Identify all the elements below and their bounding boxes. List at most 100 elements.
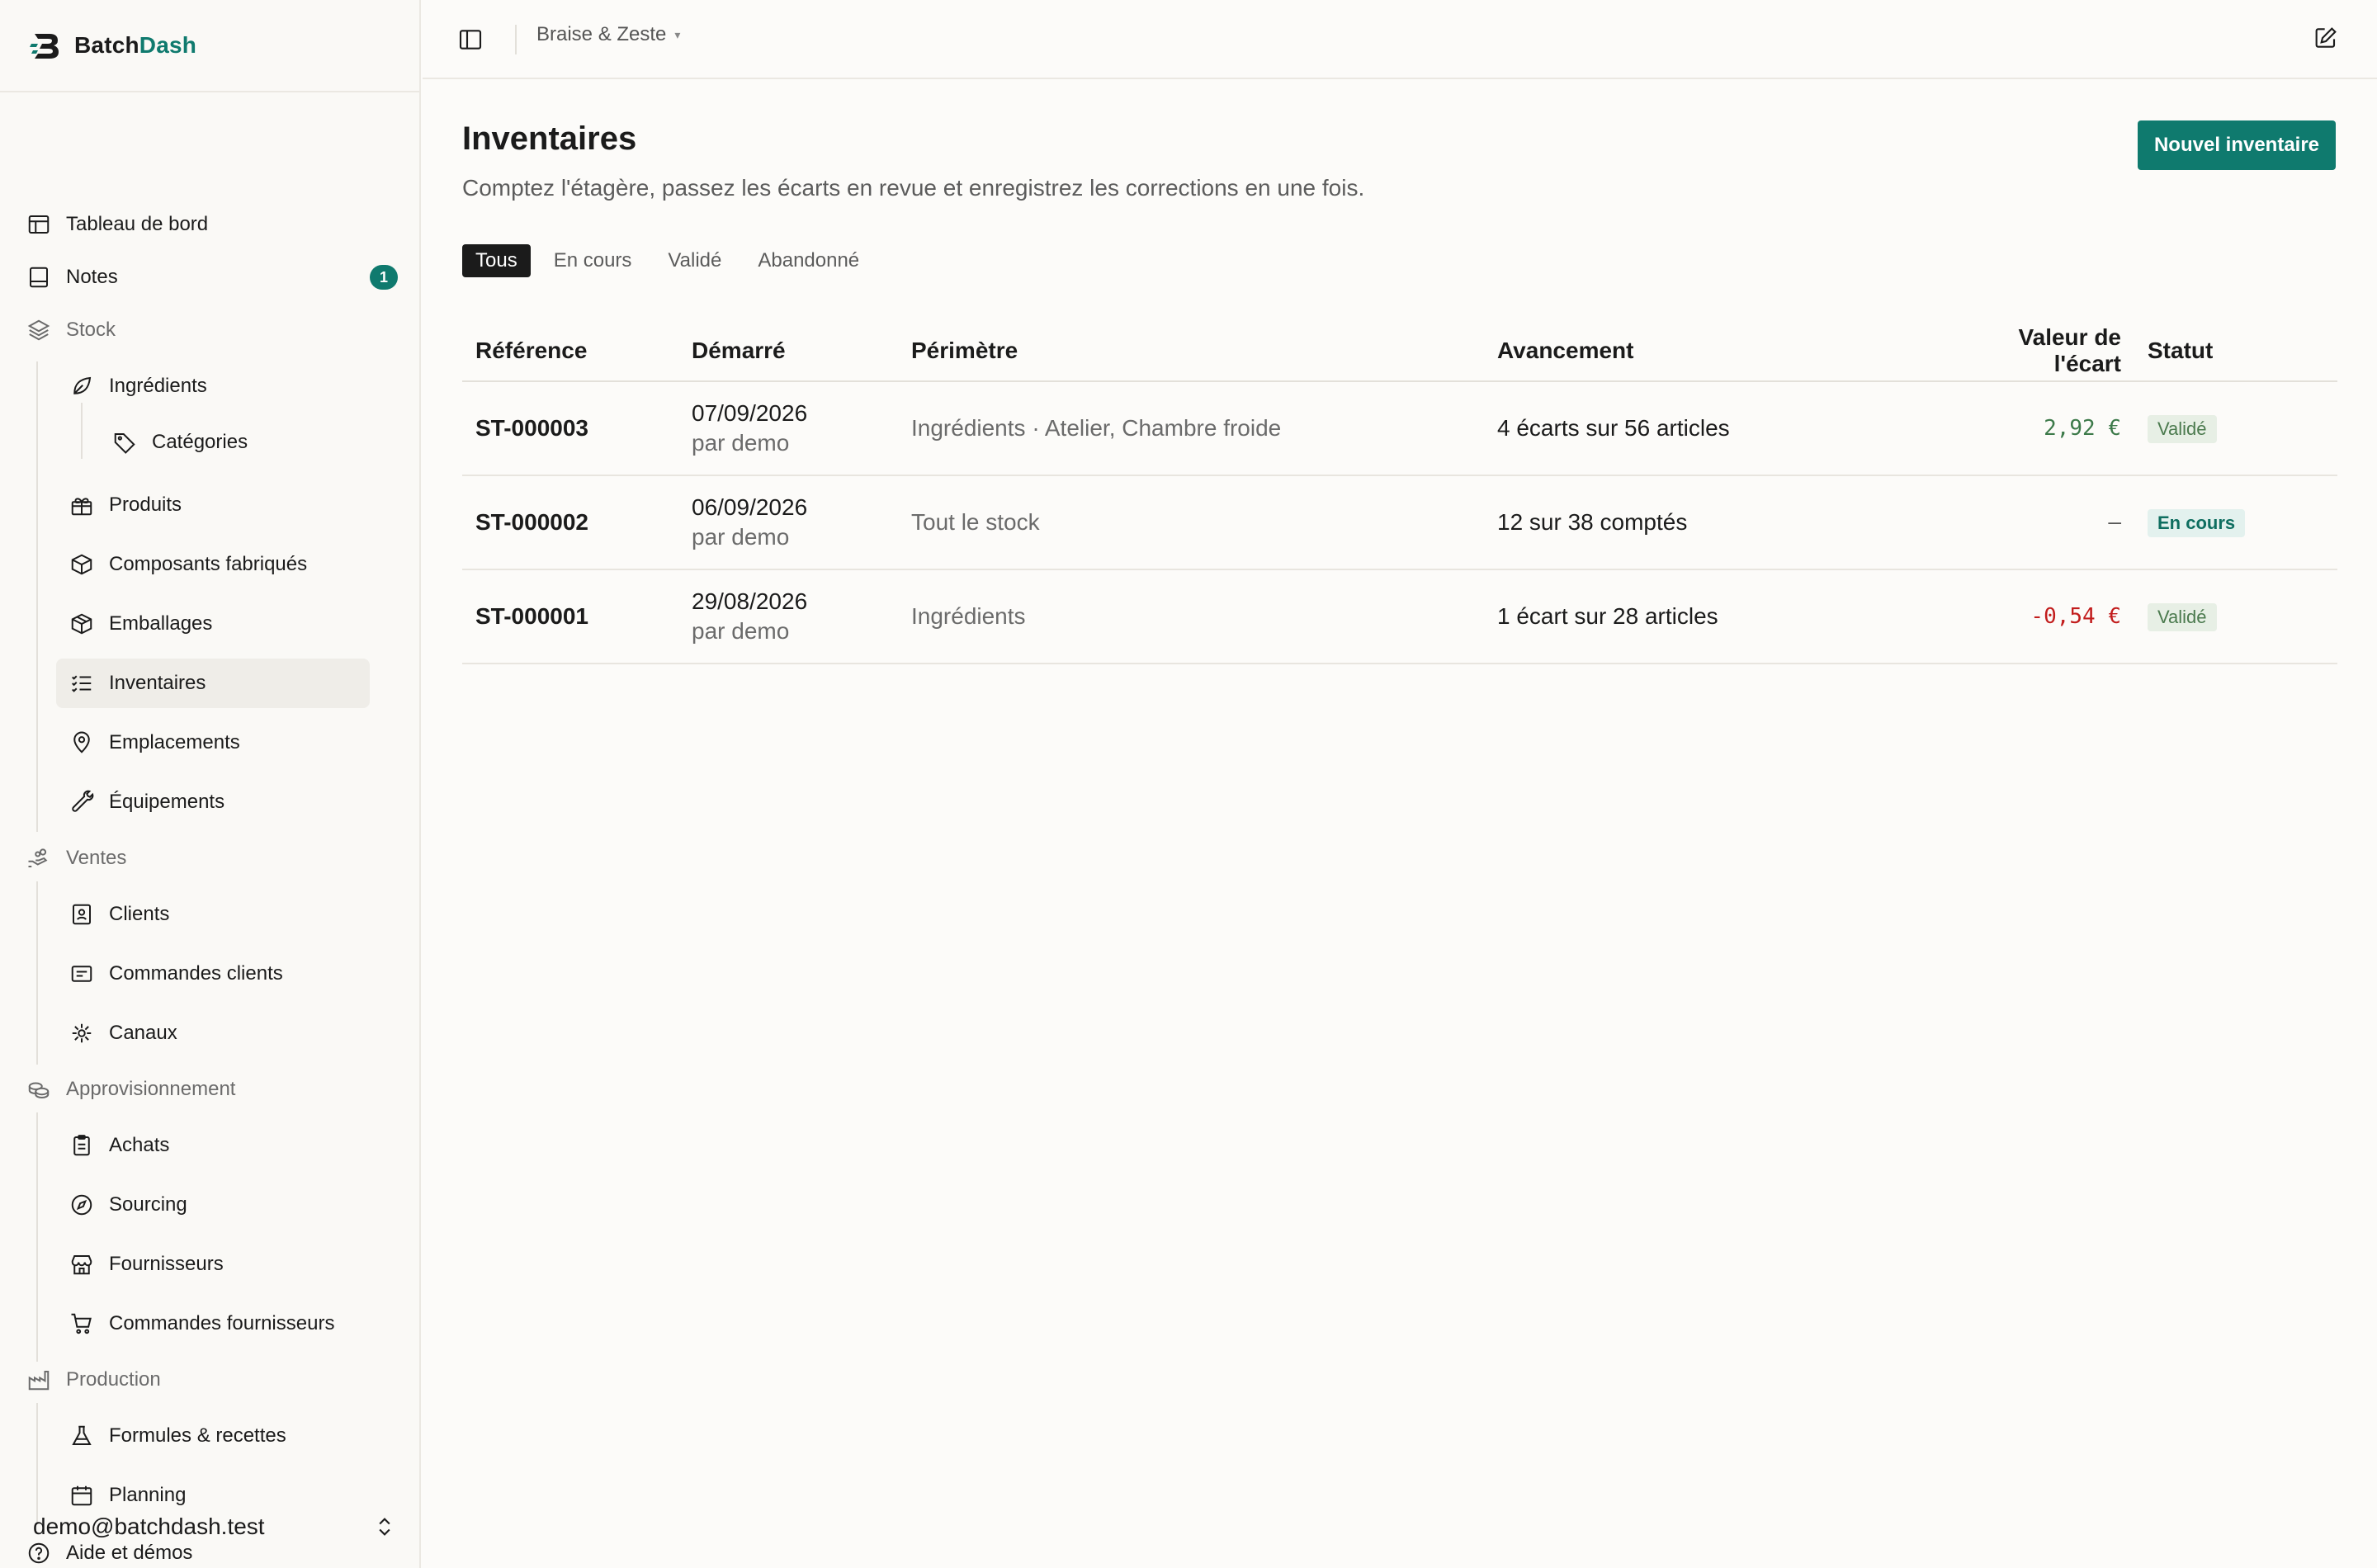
nav-suppliers[interactable]: Fournisseurs [56, 1240, 370, 1289]
cell-reference: ST-000002 [462, 475, 678, 570]
compose-icon[interactable] [2313, 25, 2339, 51]
nav-section-production-label: Production [66, 1368, 161, 1391]
start-date: 06/09/2026 [692, 494, 808, 520]
topbar-divider [515, 25, 517, 54]
tab-validated[interactable]: Validé [655, 244, 735, 277]
flask-icon [72, 1425, 92, 1445]
cell-scope: Ingrédients [898, 569, 1484, 664]
nav-channels[interactable]: Canaux [56, 1008, 370, 1058]
tab-abandoned[interactable]: Abandonné [744, 244, 872, 277]
nav-inventories-label: Inventaires [109, 672, 206, 694]
brand[interactable]: BatchDash [0, 0, 419, 92]
user-email: demo@batchdash.test [33, 1514, 265, 1539]
nav-client-orders[interactable]: Commandes clients [56, 949, 370, 999]
cell-variance: 2,92 € [1946, 381, 2134, 476]
map-pin-icon [73, 731, 90, 753]
leaf-icon [73, 376, 92, 394]
table-row[interactable]: ST-000003 07/09/2026 par demo Ingrédient… [462, 381, 2337, 476]
cell-status: Validé [2134, 381, 2337, 476]
nav-products-label: Produits [109, 494, 182, 516]
nav-supplier-orders-label: Commandes fournisseurs [109, 1312, 335, 1334]
cell-reference: ST-000003 [462, 381, 678, 476]
cell-scope: Ingrédients · Atelier, Chambre froide [898, 381, 1484, 476]
brand-name: BatchDash [74, 32, 197, 58]
col-started[interactable]: Démarré [678, 320, 898, 382]
topbar: Braise & Zeste ▾ [423, 0, 2377, 79]
nav-section-sales[interactable]: Ventes [26, 834, 126, 883]
nav-ingredients-label: Ingrédients [109, 375, 207, 397]
box-icon [71, 554, 92, 575]
gift-icon [71, 498, 92, 516]
nav-purchases[interactable]: Achats [56, 1121, 370, 1170]
cell-status: En cours [2134, 475, 2337, 570]
cell-progress: 12 sur 38 comptés [1484, 475, 1946, 570]
tab-in-progress[interactable]: En cours [541, 244, 645, 277]
cell-progress: 1 écart sur 28 articles [1484, 569, 1946, 664]
nav-recipes[interactable]: Formules & recettes [56, 1411, 370, 1461]
nav-manufactured[interactable]: Composants fabriqués [56, 540, 370, 589]
tree-line-procurement [36, 1112, 38, 1362]
hand-coins-icon [28, 848, 48, 867]
nav-recipes-label: Formules & recettes [109, 1424, 286, 1447]
nav-locations[interactable]: Emplacements [56, 718, 370, 767]
col-reference[interactable]: Référence [462, 320, 678, 382]
store-icon [71, 1255, 92, 1275]
user-menu[interactable]: demo@batchdash.test [33, 1502, 396, 1551]
nav-equipment[interactable]: Équipements [56, 777, 370, 827]
status-badge: Validé [2148, 414, 2217, 443]
cell-progress: 4 écarts sur 56 articles [1484, 381, 1946, 476]
col-progress[interactable]: Avancement [1484, 320, 1946, 382]
nav-sourcing[interactable]: Sourcing [56, 1180, 370, 1230]
sidebar-toggle-icon[interactable] [457, 26, 484, 53]
nav-packaging[interactable]: Emballages [56, 599, 370, 649]
col-status[interactable]: Statut [2134, 320, 2337, 382]
nav-ingredients[interactable]: Ingrédients [56, 361, 370, 411]
network-icon [72, 1023, 92, 1043]
cell-variance: -0,54 € [1946, 569, 2134, 664]
cell-scope: Tout le stock [898, 475, 1484, 570]
coins-icon [28, 1082, 50, 1099]
nav-dashboard[interactable]: Tableau de bord [26, 200, 398, 249]
nav-inventories[interactable]: Inventaires [56, 659, 370, 708]
workspace-selector[interactable]: Braise & Zeste ▾ [536, 23, 680, 46]
caret-down-icon: ▾ [674, 27, 681, 41]
tree-line-ingredients [81, 403, 83, 459]
nav-section-production[interactable]: Production [26, 1355, 161, 1405]
nav-products[interactable]: Produits [56, 480, 370, 530]
notes-count-badge: 1 [370, 265, 398, 290]
compass-icon [71, 1194, 92, 1216]
cell-variance: – [1946, 475, 2134, 570]
cell-started: 07/09/2026 par demo [678, 381, 898, 476]
nav-categories[interactable]: Catégories [99, 418, 347, 467]
cell-started: 29/08/2026 par demo [678, 569, 898, 664]
nav-manufactured-label: Composants fabriqués [109, 553, 308, 575]
nav-notes[interactable]: Notes 1 [26, 253, 398, 302]
table-row[interactable]: ST-000001 29/08/2026 par demo Ingrédient… [462, 569, 2337, 664]
col-scope[interactable]: Périmètre [898, 320, 1484, 382]
nav-channels-label: Canaux [109, 1022, 177, 1044]
status-badge: En cours [2148, 508, 2246, 537]
started-by: par demo [692, 430, 790, 456]
nav-clients-label: Clients [109, 903, 170, 925]
new-inventory-button[interactable]: Nouvel inventaire [2138, 120, 2336, 170]
col-variance[interactable]: Valeur de l'écart [1946, 320, 2134, 382]
wrench-icon [72, 790, 94, 812]
status-badge: Validé [2148, 602, 2217, 631]
page-title: Inventaires [462, 120, 637, 157]
nav-section-stock-label: Stock [66, 319, 116, 341]
workspace-name: Braise & Zeste [536, 23, 667, 45]
cell-reference: ST-000001 [462, 569, 678, 664]
nav-section-procurement[interactable]: Approvisionnement [26, 1065, 235, 1114]
tab-all[interactable]: Tous [462, 244, 531, 277]
package-icon [71, 613, 92, 635]
start-date: 07/09/2026 [692, 400, 808, 426]
nav-supplier-orders[interactable]: Commandes fournisseurs [56, 1299, 370, 1348]
cell-status: Validé [2134, 569, 2337, 664]
table-row[interactable]: ST-000002 06/09/2026 par demo Tout le st… [462, 475, 2337, 570]
nav-section-stock[interactable]: Stock [26, 305, 116, 355]
sidebar: BatchDash Tableau de bord Notes 1 Stock … [0, 0, 421, 1568]
nav-equipment-label: Équipements [109, 791, 225, 813]
nav-clients[interactable]: Clients [56, 890, 370, 939]
layers-icon [27, 319, 50, 341]
nav-suppliers-label: Fournisseurs [109, 1253, 224, 1275]
